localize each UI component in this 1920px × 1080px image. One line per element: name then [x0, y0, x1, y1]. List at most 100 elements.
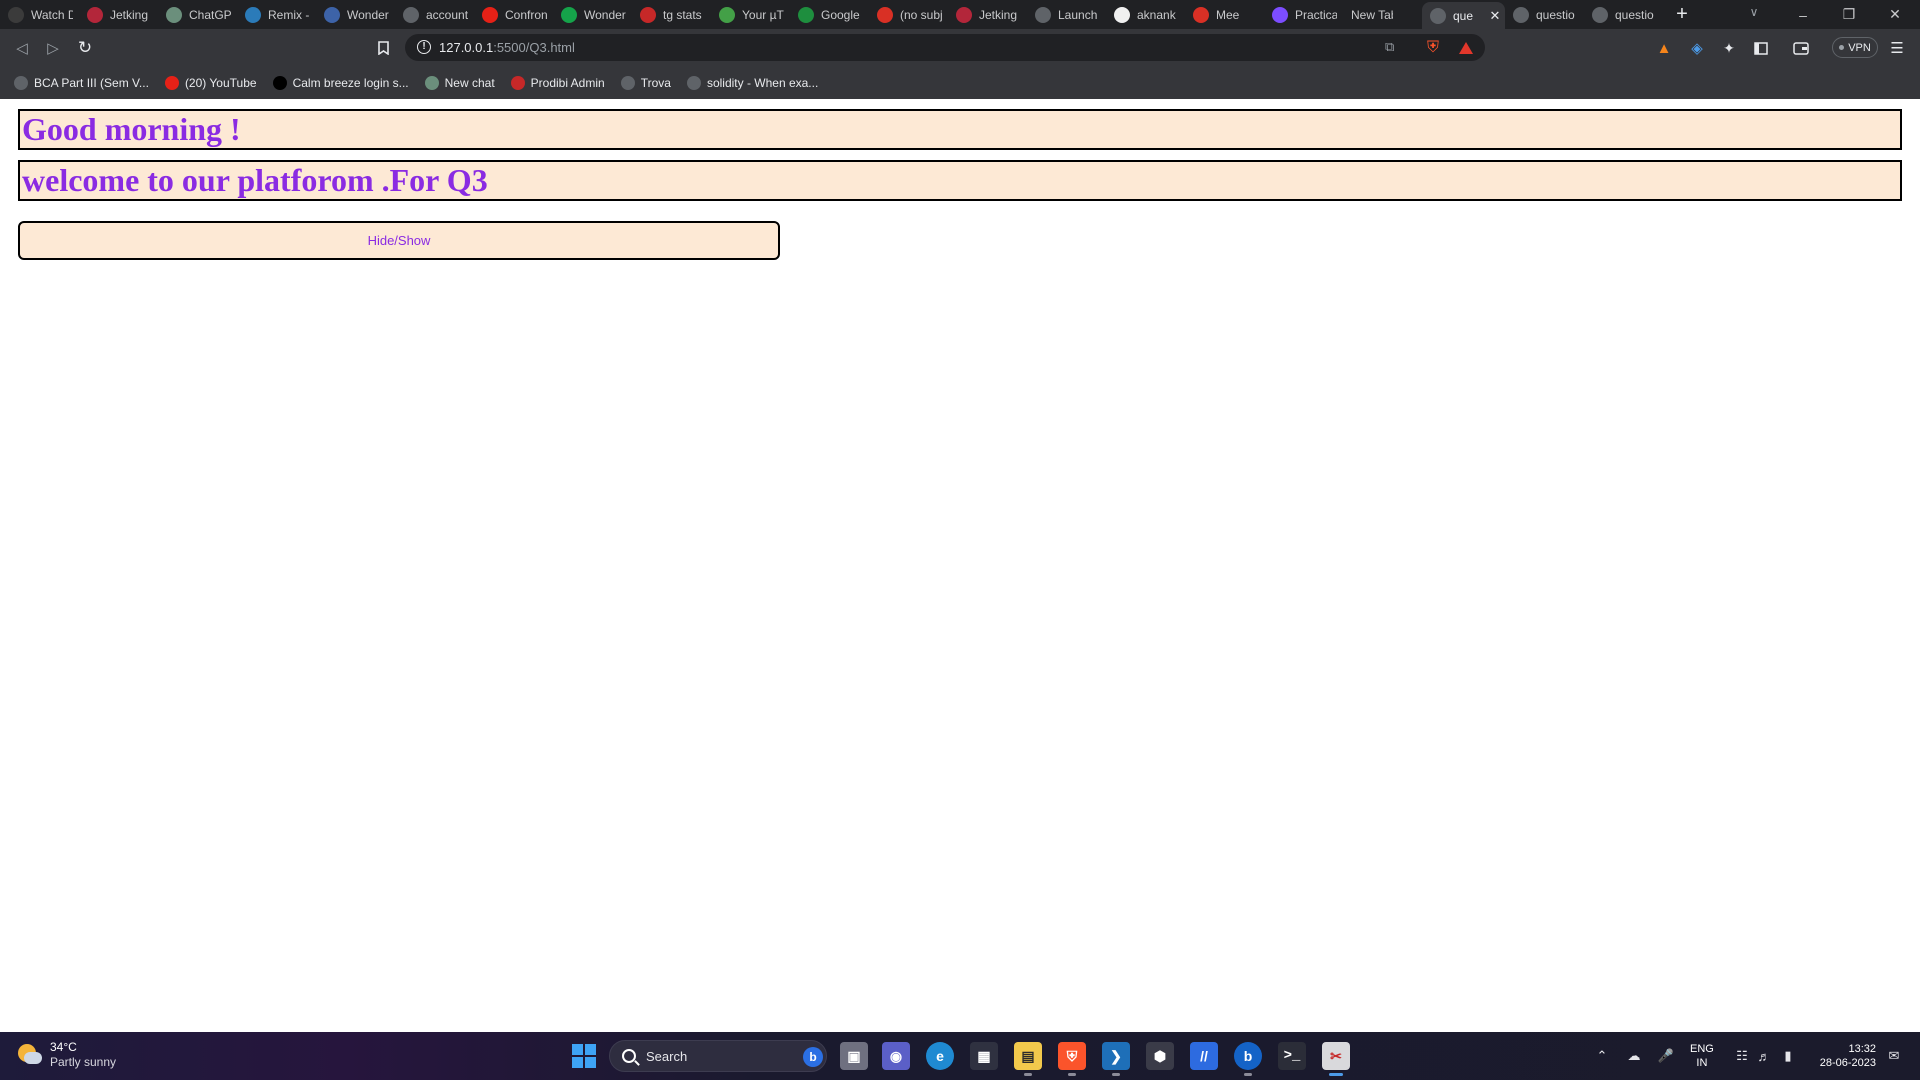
browser-tab[interactable]: tg stats — [632, 0, 711, 29]
region-code: IN — [1696, 1057, 1708, 1069]
tab-title: Confron — [505, 7, 547, 22]
share-icon[interactable]: ⧉ — [1385, 39, 1394, 55]
tab-title: account — [426, 7, 468, 22]
tab-title: Remix - — [268, 7, 310, 22]
file-explorer-icon[interactable]: ▤ — [1014, 1042, 1042, 1076]
minimize-icon[interactable]: – — [1780, 0, 1826, 29]
browser-tab[interactable]: Wonder — [553, 0, 632, 29]
tab-title: Wonder — [347, 7, 389, 22]
globe-icon — [403, 6, 419, 23]
bing-icon[interactable]: b — [803, 1047, 823, 1067]
info-icon[interactable]: ! — [417, 40, 431, 54]
browser-tab[interactable]: Your µT — [711, 0, 790, 29]
browser-tab[interactable]: questio — [1505, 0, 1584, 29]
extensions-icon[interactable]: ✦ — [1720, 39, 1738, 57]
drop-extension-icon[interactable]: ◈ — [1688, 39, 1706, 57]
task-view-icon[interactable]: ▣ — [840, 1042, 868, 1070]
store-icon[interactable]: ▦ — [970, 1042, 998, 1070]
bookmark-item[interactable]: Trova — [620, 75, 671, 90]
browser-tab[interactable]: aknank — [1106, 0, 1185, 29]
back-icon[interactable]: ◁ — [9, 35, 35, 61]
show-hidden-icons-icon[interactable]: ⌃ — [1592, 1047, 1612, 1065]
metamask-icon[interactable]: ▲ — [1655, 39, 1673, 57]
browser-tab[interactable]: Confron — [474, 0, 553, 29]
bookmark-label: Prodibi Admin — [530, 75, 605, 90]
browser-tab[interactable]: Launch — [1027, 0, 1106, 29]
taskbar-search[interactable]: Search b — [609, 1040, 827, 1072]
teams-icon[interactable]: ◉ — [882, 1042, 910, 1070]
partly-sunny-icon — [16, 1044, 42, 1066]
browser-tab[interactable]: Google — [790, 0, 869, 29]
reload-icon[interactable]: ↻ — [72, 35, 98, 61]
battery-icon[interactable]: ▮ — [1778, 1047, 1798, 1065]
sidebar-icon[interactable] — [1752, 39, 1770, 57]
url-host: 127.0.0.1 — [439, 40, 494, 55]
bookmark-item[interactable]: New chat — [424, 75, 495, 90]
brave-rewards-icon[interactable] — [1457, 39, 1475, 57]
wifi-icon[interactable]: ☷ — [1732, 1047, 1752, 1065]
prodibi-icon — [510, 75, 525, 90]
snipping-tool-icon[interactable]: ✂ — [1322, 1042, 1350, 1076]
address-bar[interactable]: ! 127.0.0.1:5500/Q3.html ⧉ — [405, 34, 1485, 61]
edge-icon[interactable]: e — [926, 1042, 954, 1070]
url-text[interactable]: 127.0.0.1:5500/Q3.html — [439, 40, 575, 55]
system-clock[interactable]: 13:32 28-06-2023 — [1812, 1042, 1876, 1070]
bookmark-label: Trova — [640, 75, 671, 90]
bookmark-item[interactable]: Prodibi Admin — [510, 75, 605, 90]
wallet-icon[interactable] — [1792, 39, 1810, 57]
restore-icon[interactable]: ❐ — [1826, 0, 1872, 29]
terminal-icon[interactable]: >_ — [1278, 1042, 1306, 1070]
browser-tab[interactable]: ChatGPT — [158, 0, 237, 29]
language-indicator[interactable]: ENG IN — [1690, 1042, 1714, 1070]
browser-tab[interactable]: que ✕ — [1422, 2, 1505, 29]
forward-icon[interactable]: ▷ — [40, 35, 66, 61]
google-drive-icon — [798, 6, 814, 23]
bookmark-item[interactable]: BCA Part III (Sem V... — [14, 75, 149, 90]
search-label: Search — [646, 1049, 688, 1064]
close-window-icon[interactable]: ✕ — [1872, 0, 1918, 29]
windows-start-icon[interactable] — [572, 1044, 596, 1068]
unity-icon[interactable]: ⬢ — [1146, 1042, 1174, 1070]
notifications-icon[interactable]: ✉ — [1884, 1047, 1904, 1065]
bookmark-label: New chat — [444, 75, 495, 90]
browser-tab[interactable]: Practica — [1264, 0, 1343, 29]
brave-browser-icon[interactable]: ⛨ — [1058, 1042, 1086, 1076]
brave-shields-icon[interactable]: ⛨ — [1424, 39, 1442, 57]
url-path: :5500/Q3.html — [493, 40, 575, 55]
browser-tab[interactable]: Watch D — [0, 0, 79, 29]
search-icon — [622, 1049, 636, 1063]
tab-search-icon[interactable]: ∨ — [1744, 5, 1764, 19]
language-code: ENG — [1690, 1043, 1714, 1055]
browser-tab[interactable]: Mee — [1185, 0, 1264, 29]
app-icon[interactable]: // — [1190, 1042, 1218, 1070]
tab-title: (no subj — [900, 7, 942, 22]
wonder-icon — [324, 6, 340, 23]
microphone-icon[interactable]: 🎤 — [1656, 1047, 1676, 1065]
hide-show-button[interactable]: Hide/Show — [18, 221, 780, 260]
browser-tab[interactable]: Wonder — [316, 0, 395, 29]
browser-tab[interactable]: questio — [1584, 0, 1663, 29]
vscode-icon[interactable]: ❯ — [1102, 1042, 1130, 1076]
tab-title: New Tab — [1351, 7, 1393, 22]
close-tab-icon[interactable]: ✕ — [1488, 8, 1502, 24]
onedrive-icon[interactable]: ☁ — [1624, 1047, 1644, 1065]
bookmark-icon[interactable] — [370, 35, 396, 61]
browser-tab[interactable]: (no subj — [869, 0, 948, 29]
new-tab-icon[interactable]: + — [1667, 0, 1697, 29]
browser-tab[interactable]: New Tab — [1343, 0, 1422, 29]
bookmark-item[interactable]: Calm breeze login s... — [272, 75, 409, 90]
browser-tab[interactable]: Remix - — [237, 0, 316, 29]
browser-tab[interactable]: Jetking — [948, 0, 1027, 29]
vpn-status-icon — [1839, 45, 1845, 50]
bing-chat-icon[interactable]: b — [1234, 1042, 1262, 1076]
tab-title: questio — [1536, 7, 1575, 22]
browser-tab[interactable]: account — [395, 0, 474, 29]
volume-icon[interactable]: ♬ — [1754, 1047, 1774, 1065]
remix-icon — [245, 6, 261, 23]
vpn-button[interactable]: VPN — [1832, 37, 1878, 58]
weather-widget[interactable]: 34°C Partly sunny — [16, 1040, 116, 1070]
bookmark-item[interactable]: solidity - When exa... — [686, 75, 818, 90]
menu-icon[interactable]: ☰ — [1888, 39, 1906, 57]
bookmark-item[interactable]: (20) YouTube — [164, 75, 257, 90]
browser-tab[interactable]: Jetking — [79, 0, 158, 29]
